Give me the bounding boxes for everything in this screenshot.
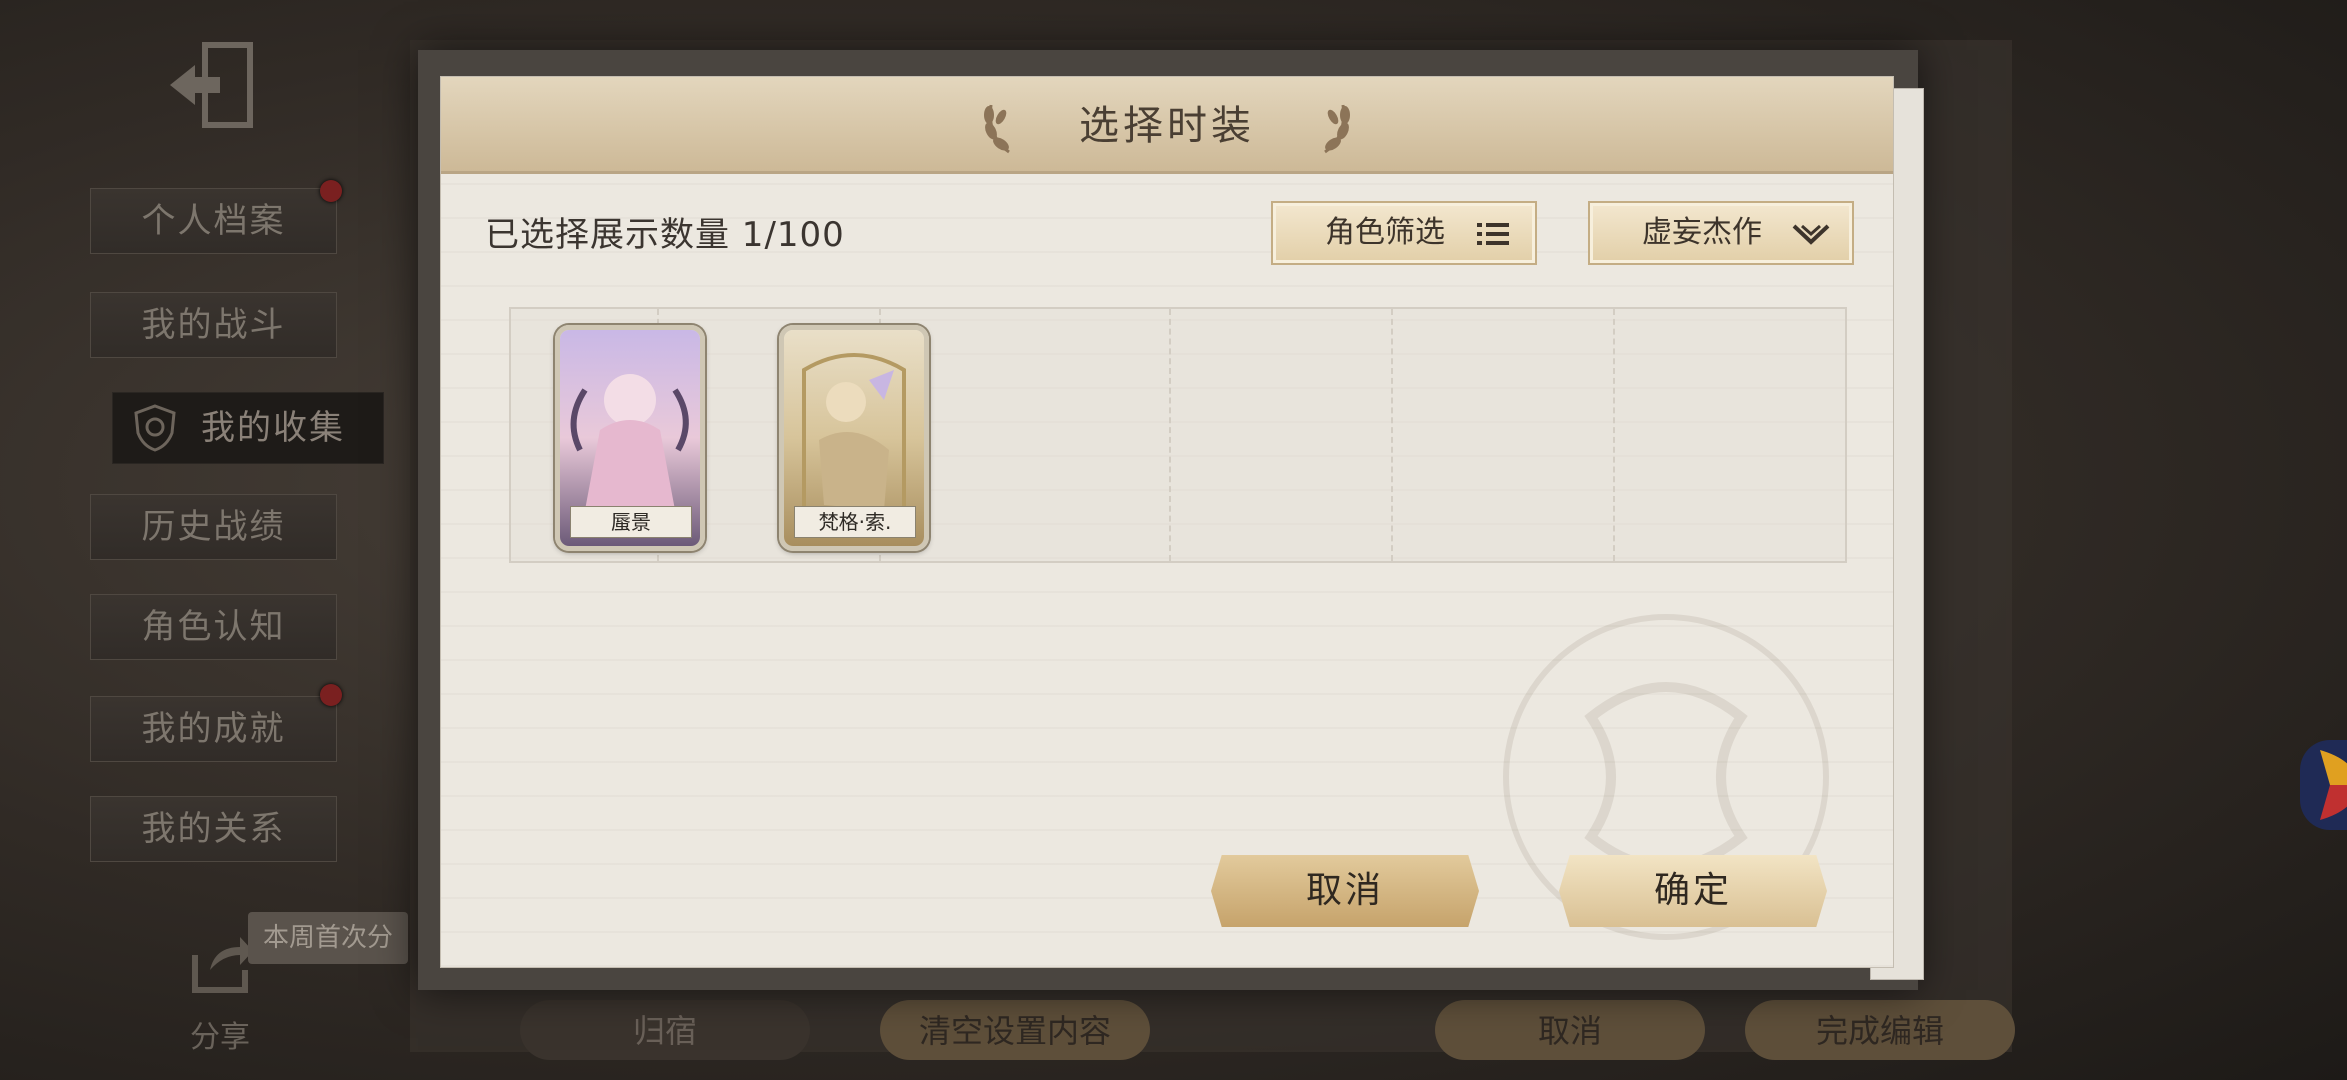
clear-settings-button[interactable]: 清空设置内容 xyxy=(880,1000,1150,1060)
sidebar-item-role-knowledge[interactable]: 角色认知 xyxy=(90,594,337,660)
costume-slot[interactable] xyxy=(1171,309,1393,561)
sidebar-item-history[interactable]: 历史战绩 xyxy=(90,494,337,560)
share-icon[interactable] xyxy=(185,935,255,995)
selected-count: 已选择展示数量 1/100 xyxy=(485,215,845,255)
collection-dropdown-value: 虚妄杰作 xyxy=(1642,215,1762,250)
share-tooltip: 本周首次分 xyxy=(248,912,408,964)
costume-name: 蜃景 xyxy=(570,506,692,538)
costume-slot[interactable] xyxy=(1615,309,1843,561)
finish-editing-button[interactable]: 完成编辑 xyxy=(1745,1000,2015,1060)
dialog-title: 选择时装 xyxy=(1079,103,1255,149)
laurel-icon xyxy=(1324,104,1350,154)
costume-grid: 蜃景 梵格·索. xyxy=(509,307,1847,563)
costume-slot[interactable] xyxy=(1393,309,1615,561)
sidebar-item-label: 我的收集 xyxy=(201,408,345,448)
share-label[interactable]: 分享 xyxy=(190,1012,250,1056)
chevron-down-icon xyxy=(1792,224,1830,245)
costume-name: 梵格·索. xyxy=(794,506,916,538)
side-float-tab[interactable] xyxy=(2300,740,2347,830)
background-cancel-button[interactable]: 取消 xyxy=(1435,1000,1705,1060)
role-filter-label: 角色筛选 xyxy=(1325,215,1445,250)
shield-icon xyxy=(134,404,176,452)
home-button[interactable]: 归宿 xyxy=(520,1000,810,1060)
sidebar-item-label: 我的成就 xyxy=(141,709,286,749)
sidebar-item-collection[interactable]: 我的收集 xyxy=(112,392,384,464)
role-filter-button[interactable]: 角色筛选 xyxy=(1271,201,1537,265)
notification-dot xyxy=(320,684,342,706)
sidebar-item-achievements[interactable]: 我的成就 xyxy=(90,696,337,762)
sidebar-item-battles[interactable]: 我的战斗 xyxy=(90,292,337,358)
sidebar-item-label: 个人档案 xyxy=(141,201,286,241)
sidebar-item-label: 历史战绩 xyxy=(141,507,286,547)
sidebar-item-label: 我的关系 xyxy=(141,809,286,849)
sidebar-item-label: 我的战斗 xyxy=(141,305,286,345)
cancel-button[interactable]: 取消 xyxy=(1211,855,1479,927)
sidebar-item-label: 角色认知 xyxy=(141,607,286,647)
confirm-button[interactable]: 确定 xyxy=(1559,855,1827,927)
costume-card[interactable]: 梵格·索. xyxy=(779,325,929,551)
collection-dropdown[interactable]: 虚妄杰作 xyxy=(1588,201,1854,265)
costume-slot[interactable] xyxy=(953,309,1171,561)
sidebar-item-relations[interactable]: 我的关系 xyxy=(90,796,337,862)
select-costume-dialog: 选择时装 已选择展示数量 1/100 角色筛选 虚妄杰作 蜃景 梵格·索. 取消… xyxy=(440,76,1894,968)
list-icon xyxy=(1477,223,1509,245)
notification-dot xyxy=(320,180,342,202)
costume-card[interactable]: 蜃景 xyxy=(555,325,705,551)
exit-icon[interactable] xyxy=(165,40,265,130)
sidebar-item-profile[interactable]: 个人档案 xyxy=(90,188,337,254)
